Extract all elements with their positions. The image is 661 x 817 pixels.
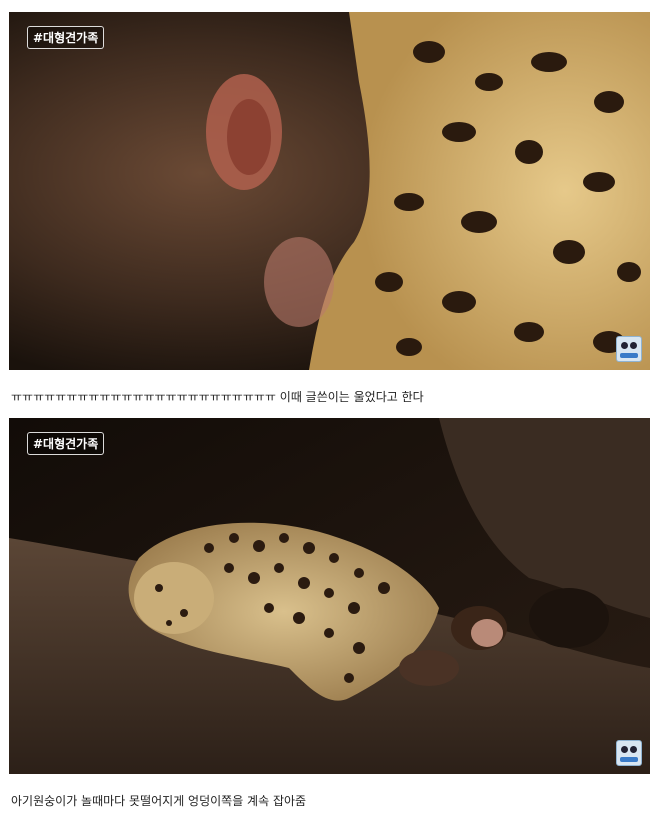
broadcaster-logo-icon	[616, 336, 642, 362]
video-frame-1: #대형견가족	[9, 12, 650, 370]
leopard-monkey-closeup-image	[9, 12, 650, 370]
caption-1: ㅠㅠㅠㅠㅠㅠㅠㅠㅠㅠㅠㅠㅠㅠㅠㅠㅠㅠㅠㅠㅠㅠㅠㅠ 이때 글쓴이는 울었다고 한다	[11, 390, 424, 404]
broadcaster-logo-icon	[616, 740, 642, 766]
video-frame-2: #대형견가족	[9, 418, 650, 774]
leopard-on-branch-image	[9, 418, 650, 774]
caption-2: 아기원숭이가 놀때마다 못떨어지게 엉덩이쪽을 계속 잡아줌	[11, 794, 307, 808]
channel-hashtag-label: #대형견가족	[27, 432, 105, 455]
channel-hashtag-label: #대형견가족	[27, 26, 105, 49]
